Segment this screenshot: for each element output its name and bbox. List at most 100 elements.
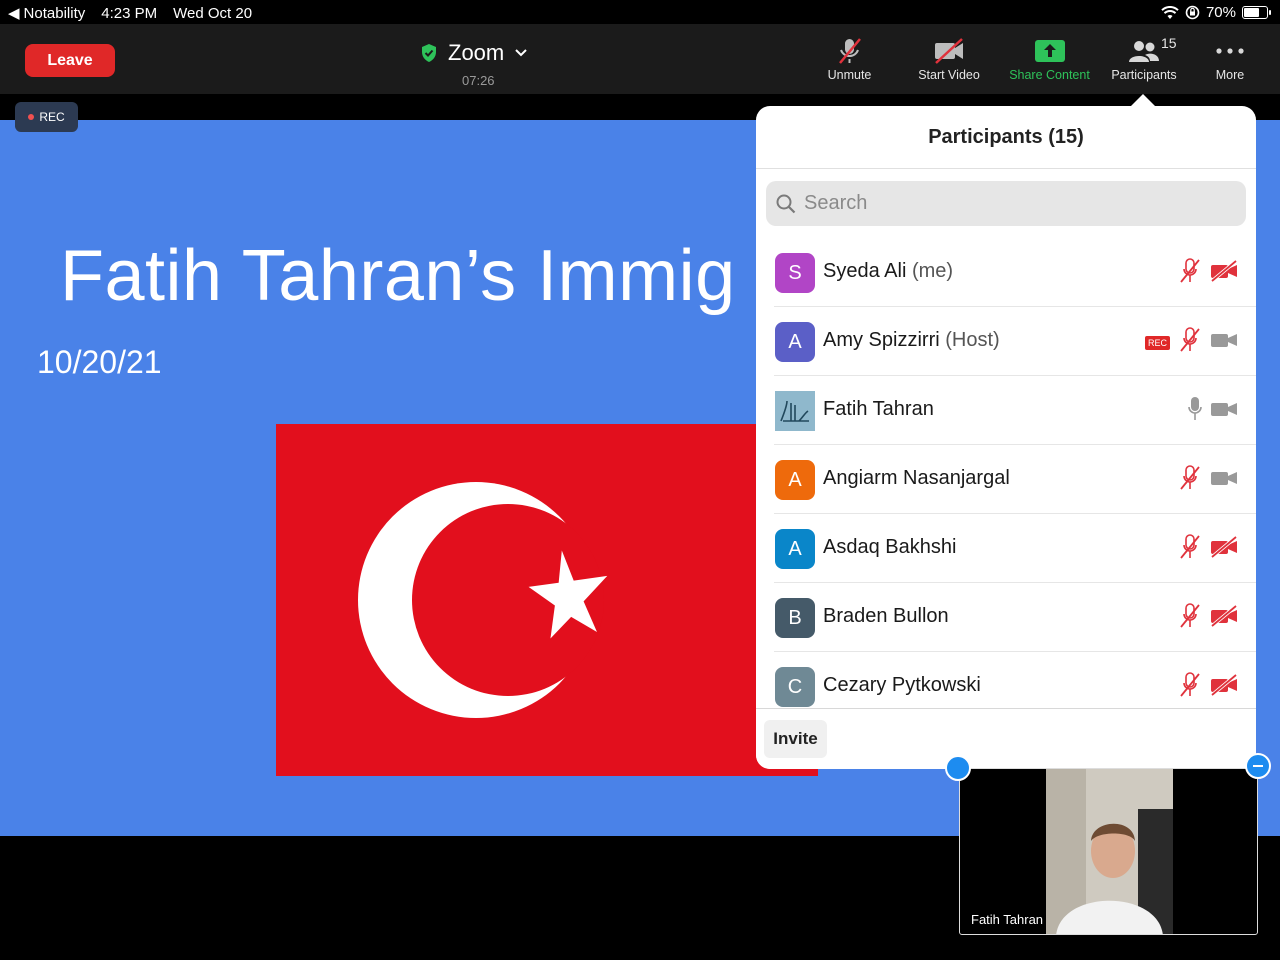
- back-to-app-link[interactable]: ◀ Notability: [8, 4, 86, 23]
- participant-name-line: Angiarm Nasanjargal: [823, 467, 1010, 490]
- participants-icon: [1129, 41, 1159, 62]
- start-video-button[interactable]: Start Video: [910, 34, 988, 82]
- mic-muted-icon: [1178, 672, 1202, 703]
- mic-muted-icon: [1178, 534, 1202, 565]
- back-arrow-icon: ◀: [8, 5, 20, 22]
- participant-name-line: Braden Bullon: [823, 605, 949, 628]
- participant-avatar: S: [775, 253, 815, 293]
- participants-count-badge: 15: [1161, 35, 1177, 51]
- participant-row[interactable]: A Amy Spizzirri (Host) REC: [774, 307, 1256, 376]
- video-off-icon: [1210, 535, 1238, 563]
- participant-video-feed: [1046, 769, 1173, 934]
- video-icon: [1210, 469, 1238, 492]
- battery-percent: 70%: [1205, 4, 1236, 21]
- participant-name-line: Fatih Tahran: [823, 398, 934, 421]
- participant-avatar: C: [775, 667, 815, 707]
- participant-avatar: B: [775, 598, 815, 638]
- participant-status-icons: [1178, 465, 1238, 496]
- start-video-label: Start Video: [918, 68, 980, 82]
- meeting-toolbar: Leave Zoom 07:26 Unmute Start Video Shar…: [0, 24, 1280, 94]
- more-dots-icon: [1216, 48, 1244, 54]
- orientation-lock-icon: [1185, 5, 1200, 20]
- participant-row[interactable]: Fatih Tahran: [774, 376, 1256, 445]
- back-app-label: Notability: [23, 4, 86, 22]
- participant-name: Fatih Tahran: [823, 398, 934, 420]
- participants-panel-title: Participants (15): [756, 106, 1256, 169]
- participant-row[interactable]: A Angiarm Nasanjargal: [774, 445, 1256, 514]
- video-off-icon: [935, 38, 963, 64]
- share-content-button[interactable]: Share Content: [1002, 34, 1097, 82]
- meeting-info-dropdown[interactable]: Zoom: [420, 40, 545, 66]
- leave-button[interactable]: Leave: [25, 44, 115, 77]
- participant-name-line: Cezary Pytkowski: [823, 674, 981, 697]
- self-video-thumbnail[interactable]: Fatih Tahran: [959, 768, 1258, 935]
- battery-icon: [1242, 6, 1271, 19]
- status-bar: ◀ Notability 4:23 PM Wed Oct 20 70%: [0, 0, 1280, 24]
- chevron-down-icon: [515, 49, 527, 57]
- more-label: More: [1215, 68, 1245, 82]
- video-name-label: Fatih Tahran: [971, 912, 1044, 927]
- record-dot-icon: [28, 114, 35, 120]
- participant-status-icons: [1178, 672, 1238, 703]
- unmute-button[interactable]: Unmute: [822, 34, 877, 82]
- participant-name: Angiarm Nasanjargal: [823, 467, 1010, 489]
- video-off-icon: [1210, 604, 1238, 632]
- participants-label: Participants: [1111, 68, 1177, 82]
- participants-panel-footer: Invite: [756, 708, 1256, 769]
- mic-muted-icon: [1178, 258, 1202, 289]
- participant-row[interactable]: A Asdaq Bakhshi: [774, 514, 1256, 583]
- participant-row[interactable]: B Braden Bullon: [774, 583, 1256, 652]
- video-icon: [1210, 400, 1238, 423]
- crescent-star-icon: [358, 482, 608, 718]
- participant-name: Cezary Pytkowski: [823, 674, 981, 696]
- meeting-timer: 07:26: [462, 73, 495, 88]
- participant-name: Amy Spizzirri: [823, 329, 940, 351]
- recording-tag: REC: [1144, 335, 1170, 350]
- participant-row[interactable]: S Syeda Ali (me): [774, 238, 1256, 307]
- participants-panel: Participants (15) S Syeda Ali (me) A Amy Sp…: [756, 106, 1256, 769]
- video-icon: [1210, 331, 1238, 354]
- turkish-flag-image: [276, 424, 818, 776]
- mic-muted-icon: [838, 38, 861, 64]
- wifi-icon: [1161, 5, 1179, 19]
- participant-status-icons: [1178, 258, 1238, 289]
- unmute-label: Unmute: [827, 68, 872, 82]
- mic-muted-icon: [1178, 327, 1202, 358]
- share-content-label: Share Content: [1009, 68, 1090, 82]
- participant-avatar: A: [775, 529, 815, 569]
- participant-name-line: Amy Spizzirri (Host): [823, 329, 1000, 352]
- more-button[interactable]: More: [1210, 34, 1250, 82]
- meeting-title: Zoom: [448, 40, 505, 65]
- mic-icon: [1188, 396, 1202, 427]
- share-screen-icon: [1034, 40, 1065, 62]
- mic-muted-icon: [1178, 603, 1202, 634]
- encryption-shield-icon: [422, 44, 436, 62]
- participant-row[interactable]: C Cezary Pytkowski: [774, 652, 1256, 708]
- search-input[interactable]: [804, 192, 1224, 215]
- slide-title: Fatih Tahran’s Immig: [60, 236, 736, 316]
- thumbnail-resize-handle[interactable]: [945, 755, 971, 781]
- participant-status-icons: [1178, 603, 1238, 634]
- participant-role: (Host): [945, 329, 1000, 351]
- participant-avatar: A: [775, 460, 815, 500]
- participant-status-icons: [1178, 534, 1238, 565]
- participant-search: [766, 181, 1246, 226]
- thumbnail-minimize-icon[interactable]: [1245, 753, 1271, 779]
- participant-name-line: Asdaq Bakhshi: [823, 536, 956, 559]
- video-off-icon: [1210, 259, 1238, 287]
- invite-button[interactable]: Invite: [764, 720, 827, 758]
- participant-name: Syeda Ali: [823, 260, 907, 282]
- video-off-icon: [1210, 673, 1238, 701]
- search-icon: [776, 194, 796, 213]
- participants-list[interactable]: S Syeda Ali (me) A Amy Spizzirri (Host) REC F…: [756, 238, 1256, 708]
- recording-badge: REC: [15, 102, 78, 132]
- participant-status-icons: [1188, 396, 1238, 427]
- status-date: Wed Oct 20: [173, 4, 253, 22]
- participant-status-icons: REC: [1144, 327, 1238, 358]
- mic-muted-icon: [1178, 465, 1202, 496]
- participant-avatar: A: [775, 322, 815, 362]
- slide-date: 10/20/21: [37, 344, 162, 380]
- participant-name: Braden Bullon: [823, 605, 949, 627]
- participant-name: Asdaq Bakhshi: [823, 536, 957, 558]
- participant-name-line: Syeda Ali (me): [823, 260, 953, 283]
